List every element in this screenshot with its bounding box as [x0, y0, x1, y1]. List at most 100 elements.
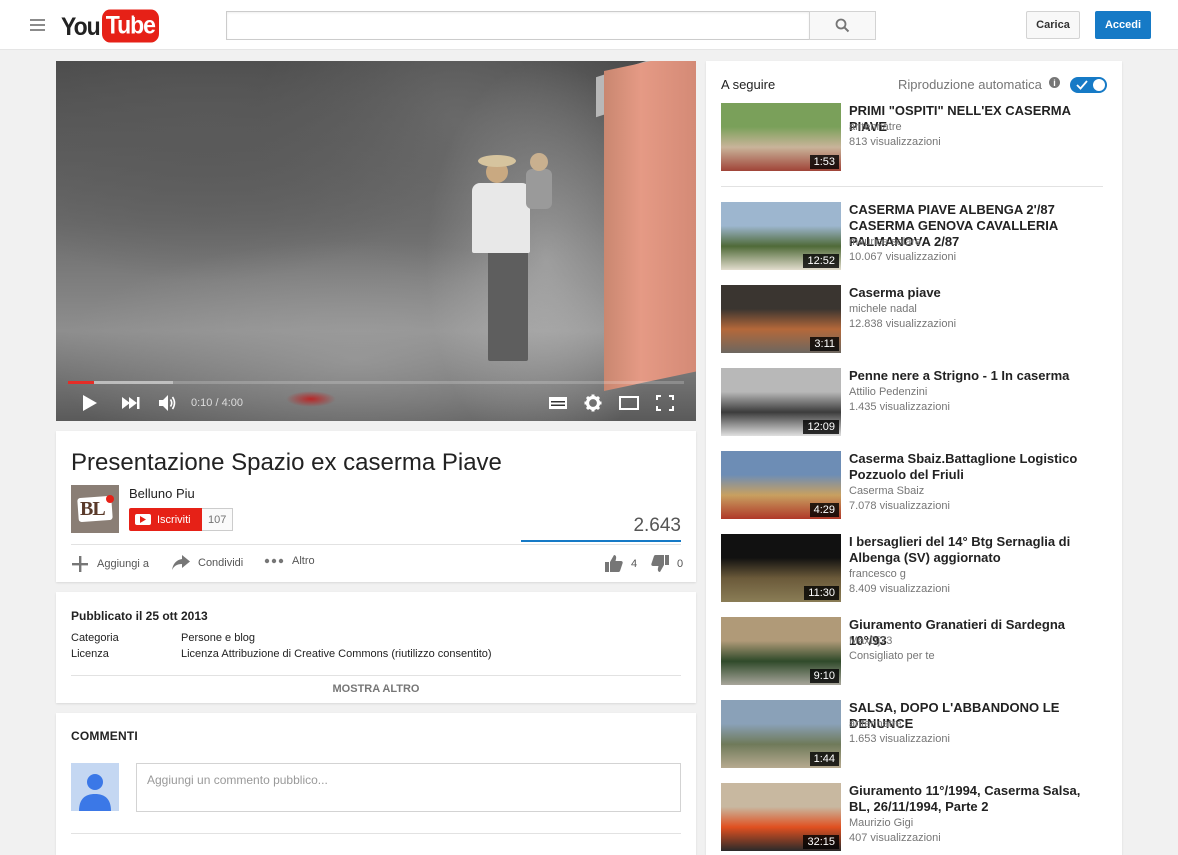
- youtube-logo[interactable]: You Tube IT: [61, 9, 159, 43]
- user-avatar: [71, 763, 119, 811]
- theater-mode-icon: [619, 396, 639, 410]
- comments-header: COMMENTI: [71, 729, 138, 743]
- video-thumbnail[interactable]: 12:09: [721, 368, 841, 436]
- time-total: 4:00: [221, 397, 244, 409]
- next-icon: [122, 397, 140, 409]
- share-button[interactable]: Condividi: [172, 555, 243, 570]
- related-video-item[interactable]: 11:30 I bersaglieri del 14° Btg Sernaglia…: [721, 534, 1111, 604]
- progress-played: [68, 381, 94, 384]
- category-value[interactable]: Persone e blog: [181, 632, 255, 644]
- upload-button[interactable]: Carica: [1026, 11, 1080, 39]
- divider: [721, 186, 1103, 187]
- video-views: 407 visualizzazioni: [849, 832, 941, 844]
- next-button[interactable]: [119, 391, 143, 415]
- video-thumbnail[interactable]: 11:30: [721, 534, 841, 602]
- dislike-button[interactable]: 0: [651, 555, 683, 572]
- theater-mode-button[interactable]: [617, 391, 641, 415]
- related-video-item[interactable]: 4:29 Caserma Sbaiz.Battaglione Logistico …: [721, 451, 1111, 521]
- video-title[interactable]: Caserma piave: [849, 285, 1104, 301]
- comment-input[interactable]: Aggiungi un commento pubblico...: [136, 763, 681, 812]
- related-video-item[interactable]: 3:11 Caserma piave michele nadal 12.838 vis…: [721, 285, 1111, 355]
- time-current: 0:10: [191, 397, 213, 409]
- license-value[interactable]: Licenza Attribuzione di Creative Commons…: [181, 648, 492, 660]
- video-thumbnail[interactable]: 3:11: [721, 285, 841, 353]
- video-duration: 12:52: [803, 254, 839, 268]
- search-button[interactable]: [809, 11, 876, 40]
- video-thumbnail[interactable]: 1:44: [721, 700, 841, 768]
- video-views: 813 visualizzazioni: [849, 136, 941, 148]
- related-video-item[interactable]: 9:10 Giuramento Granatieri di Sardegna 10…: [721, 617, 1111, 687]
- video-channel: antennatre: [849, 718, 902, 730]
- video-thumbnail[interactable]: 4:29: [721, 451, 841, 519]
- volume-icon: [159, 395, 176, 411]
- channel-logo-text: BL: [80, 498, 106, 520]
- up-next-heading: A seguire: [721, 77, 776, 92]
- channel-avatar[interactable]: BL: [71, 485, 119, 533]
- search-input[interactable]: [227, 12, 809, 39]
- video-title[interactable]: I bersaglieri del 14° Btg Sernaglia di A…: [849, 534, 1104, 566]
- video-player[interactable]: 0:10 / 4:00: [56, 61, 696, 421]
- subtitles-button[interactable]: [546, 391, 570, 415]
- channel-name[interactable]: Belluno Piu: [129, 486, 195, 501]
- plus-icon: [72, 556, 88, 572]
- license-label: Licenza: [71, 648, 109, 660]
- video-duration: 32:15: [803, 835, 839, 849]
- video-thumbnail[interactable]: 9:10: [721, 617, 841, 685]
- divider: [71, 833, 681, 834]
- play-button[interactable]: [78, 391, 102, 415]
- more-actions-button[interactable]: Altro: [264, 555, 315, 567]
- video-channel: Attilio Pedenzini: [849, 386, 928, 398]
- video-thumbnail[interactable]: 1:53: [721, 103, 841, 171]
- add-to-button[interactable]: Aggiungi a: [71, 555, 149, 573]
- volume-button[interactable]: [156, 391, 180, 415]
- video-duration: 1:53: [809, 155, 839, 169]
- time-display: 0:10 / 4:00: [191, 397, 244, 409]
- guide-menu-icon[interactable]: [30, 19, 45, 31]
- video-thumbnail[interactable]: 32:15: [721, 783, 841, 851]
- video-views: Consigliato per te: [849, 650, 935, 662]
- thumbs-up-icon: [605, 555, 623, 572]
- show-more-button[interactable]: MOSTRA ALTRO: [56, 683, 696, 695]
- fullscreen-button[interactable]: [653, 391, 677, 415]
- video-duration: 11:30: [804, 586, 839, 600]
- info-icon[interactable]: i: [1049, 77, 1060, 88]
- subscribe-button[interactable]: Iscriviti: [129, 508, 202, 531]
- thumbs-down-icon: [651, 555, 669, 572]
- related-video-item[interactable]: 1:53 PRIMI "OSPITI" NELL'EX CASERMA PIAVE…: [721, 103, 1111, 173]
- related-video-item[interactable]: 12:52 CASERMA PIAVE ALBENGA 2'/87 CASERMA…: [721, 202, 1111, 272]
- signin-button[interactable]: Accedi: [1095, 11, 1151, 39]
- play-icon: [83, 395, 97, 411]
- video-title[interactable]: Giuramento 11°/1994, Caserma Salsa, BL, …: [849, 783, 1104, 815]
- video-title[interactable]: Caserma Sbaiz.Battaglione Logistico Pozz…: [849, 451, 1104, 483]
- video-channel: antennatre: [849, 121, 902, 133]
- video-duration: 9:10: [809, 669, 839, 683]
- video-channel: MaxDj73: [849, 635, 893, 647]
- player-controls: 0:10 / 4:00: [56, 387, 696, 421]
- autoplay-label: Riproduzione automatica: [898, 77, 1042, 92]
- related-video-item[interactable]: 12:09 Penne nere a Strigno - 1 In caserma…: [721, 368, 1111, 438]
- progress-bar[interactable]: [68, 381, 684, 384]
- subtitles-icon: [549, 397, 567, 409]
- checkmark-icon: [1076, 80, 1088, 90]
- like-sentiment-bar: [521, 540, 681, 542]
- masthead: You Tube IT Carica Accedi: [0, 0, 1178, 50]
- settings-button[interactable]: [581, 391, 605, 415]
- video-duration: 3:11: [810, 337, 839, 351]
- video-title[interactable]: Penne nere a Strigno - 1 In caserma: [849, 368, 1104, 384]
- video-title: Presentazione Spazio ex caserma Piave: [71, 449, 502, 476]
- divider: [71, 675, 681, 676]
- related-video-item[interactable]: 32:15 Giuramento 11°/1994, Caserma Salsa,…: [721, 783, 1111, 853]
- related-video-item[interactable]: 1:44 SALSA, DOPO L'ABBANDONO LE DENUNCE an…: [721, 700, 1111, 770]
- gear-icon: [584, 394, 602, 412]
- video-scene-wall: [604, 61, 696, 392]
- divider: [71, 544, 681, 545]
- like-button[interactable]: 4: [605, 555, 637, 572]
- toggle-knob: [1093, 79, 1105, 91]
- video-thumbnail[interactable]: 12:52: [721, 202, 841, 270]
- share-label: Condividi: [198, 556, 244, 569]
- autoplay-toggle[interactable]: [1070, 77, 1107, 93]
- video-channel: Maurizio Gigi: [849, 817, 914, 829]
- subscribe-label: Iscriviti: [157, 513, 191, 526]
- add-to-label: Aggiungi a: [97, 558, 149, 570]
- logo-country-code: IT: [133, 9, 142, 20]
